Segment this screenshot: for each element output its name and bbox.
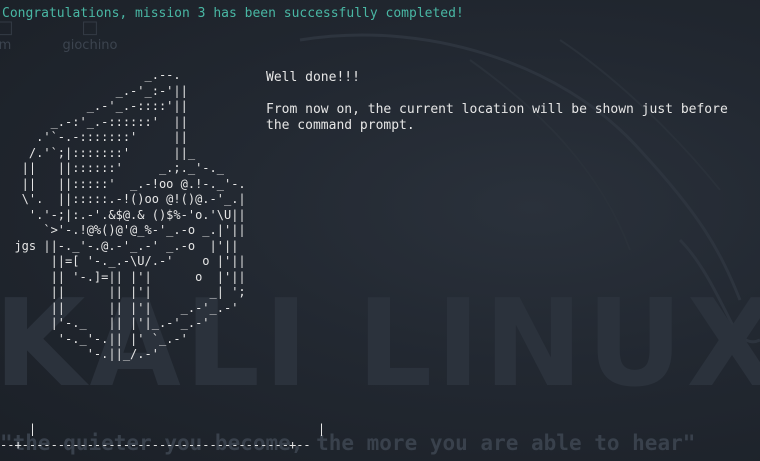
terminal-window[interactable]: □ m □ giochino KALI LINUX "the quieter y… xyxy=(0,0,760,461)
ascii-art-tower: _.--. _.-'_:-'|| _.-'_.-::::'|| _.-:'_.-… xyxy=(14,68,246,361)
ascii-ground-line: | | --+---------------------------------… xyxy=(0,422,326,452)
desktop-icon[interactable]: □ m xyxy=(0,18,40,54)
location-notice-line: From now on, the current location will b… xyxy=(266,102,728,117)
desktop-icon[interactable]: □ giochino xyxy=(55,18,125,54)
desktop-icon-label: giochino xyxy=(62,38,118,53)
well-done-message: Well done!!! xyxy=(266,70,360,85)
desktop-icon-label: m xyxy=(0,38,12,53)
location-notice-line: the command prompt. xyxy=(266,118,415,133)
mission-success-message: Congratulations, mission 3 has been succ… xyxy=(2,6,464,21)
